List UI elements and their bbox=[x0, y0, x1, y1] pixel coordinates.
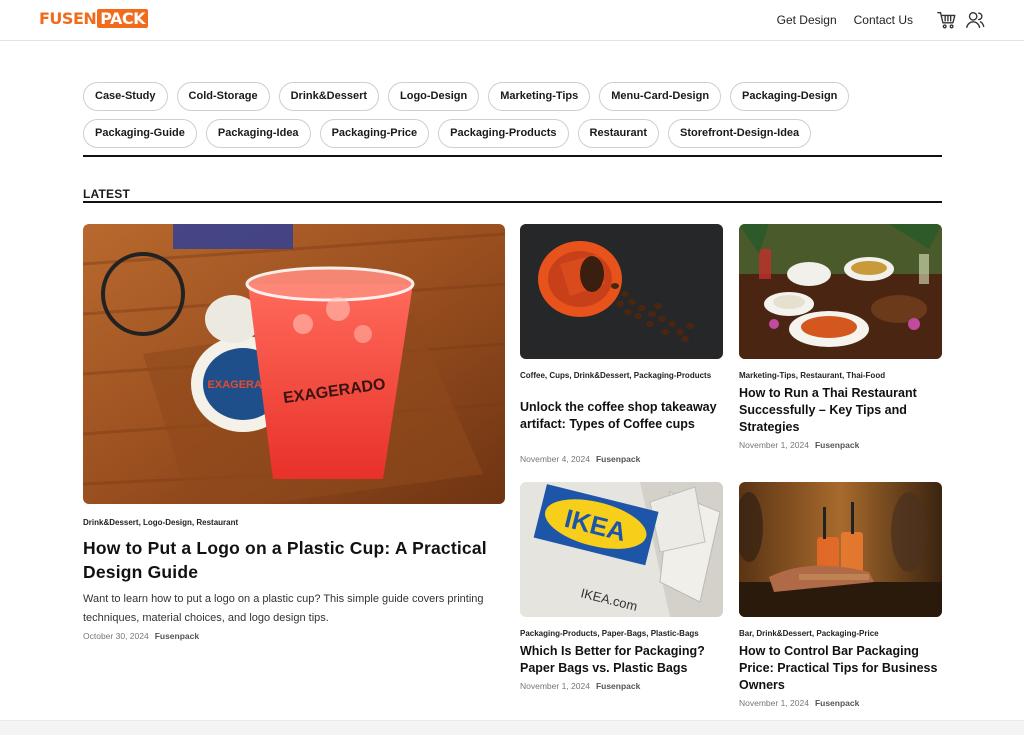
tag-cold-storage[interactable]: Cold-Storage bbox=[176, 82, 270, 111]
post-2-author[interactable]: Fusenpack bbox=[815, 440, 859, 450]
page-bottom-edge bbox=[0, 720, 1024, 735]
featured-author[interactable]: Fusenpack bbox=[155, 631, 199, 641]
featured-meta: October 30, 2024 Fusenpack bbox=[83, 631, 199, 641]
post-3-author[interactable]: Fusenpack bbox=[596, 681, 640, 691]
tag-case-study[interactable]: Case-Study bbox=[83, 82, 168, 111]
post-1-date: November 4, 2024 bbox=[520, 454, 590, 464]
post-2-date: November 1, 2024 bbox=[739, 440, 809, 450]
section-title: LATEST bbox=[83, 187, 130, 201]
site-header: FUSEN PACK Get Design Contact Us bbox=[0, 0, 1024, 41]
tag-drink-dessert[interactable]: Drink&Dessert bbox=[278, 82, 380, 111]
featured-date: October 30, 2024 bbox=[83, 631, 149, 641]
post-4-date: November 1, 2024 bbox=[739, 698, 809, 708]
post-3-meta: November 1, 2024 Fusenpack bbox=[520, 681, 640, 691]
post-image-thai-restaurant[interactable] bbox=[739, 224, 942, 359]
section-divider bbox=[83, 201, 942, 203]
tag-packaging-guide[interactable]: Packaging-Guide bbox=[83, 119, 197, 148]
cart-icon[interactable] bbox=[936, 9, 958, 31]
post-image-paper-bags[interactable]: IKEA IKEA.com bbox=[520, 482, 723, 617]
post-3-date: November 1, 2024 bbox=[520, 681, 590, 691]
featured-image[interactable]: EXAGERADO EXAGERADO bbox=[83, 224, 505, 504]
tag-logo-design[interactable]: Logo-Design bbox=[388, 82, 480, 111]
category-tags: Case-Study Cold-Storage Drink&Dessert Lo… bbox=[83, 82, 943, 156]
tag-packaging-products[interactable]: Packaging-Products bbox=[438, 119, 569, 148]
tags-divider bbox=[83, 155, 942, 157]
featured-excerpt: Want to learn how to put a logo on a pla… bbox=[83, 593, 484, 624]
tag-packaging-idea[interactable]: Packaging-Idea bbox=[205, 119, 311, 148]
tag-menu-card-design[interactable]: Menu-Card-Design bbox=[599, 82, 722, 111]
post-3-categories[interactable]: Packaging-Products, Paper-Bags, Plastic-… bbox=[520, 627, 723, 640]
tag-restaurant[interactable]: Restaurant bbox=[577, 119, 659, 148]
post-4-meta: November 1, 2024 Fusenpack bbox=[739, 698, 859, 708]
tag-packaging-design[interactable]: Packaging-Design bbox=[730, 82, 850, 111]
post-4-title[interactable]: How to Control Bar Packaging Price: Prac… bbox=[739, 643, 942, 694]
tag-marketing-tips[interactable]: Marketing-Tips bbox=[488, 82, 591, 111]
post-1-categories[interactable]: Coffee, Cups, Drink&Dessert, Packaging-P… bbox=[520, 369, 720, 382]
tag-row-1: Case-Study Cold-Storage Drink&Dessert Lo… bbox=[83, 82, 943, 111]
post-image-coffee[interactable] bbox=[520, 224, 723, 359]
user-icon[interactable] bbox=[964, 9, 986, 31]
post-4-author[interactable]: Fusenpack bbox=[815, 698, 859, 708]
tag-packaging-price[interactable]: Packaging-Price bbox=[319, 119, 430, 148]
post-2-title[interactable]: How to Run a Thai Restaurant Successfull… bbox=[739, 385, 942, 436]
post-2-meta: November 1, 2024 Fusenpack bbox=[739, 440, 859, 450]
post-2-categories[interactable]: Marketing-Tips, Restaurant, Thai-Food bbox=[739, 369, 939, 382]
post-1-title[interactable]: Unlock the coffee shop takeaway artifact… bbox=[520, 399, 720, 433]
post-4-categories[interactable]: Bar, Drink&Dessert, Packaging-Price bbox=[739, 627, 942, 640]
tag-row-2: Packaging-Guide Packaging-Idea Packaging… bbox=[83, 119, 943, 148]
tag-storefront-design-idea[interactable]: Storefront-Design-Idea bbox=[667, 119, 812, 148]
post-1-meta: November 4, 2024 Fusenpack bbox=[520, 454, 640, 464]
featured-categories[interactable]: Drink&Dessert, Logo-Design, Restaurant bbox=[83, 516, 503, 529]
nav-contact-us[interactable]: Contact Us bbox=[854, 13, 913, 27]
post-1-author[interactable]: Fusenpack bbox=[596, 454, 640, 464]
site-logo[interactable]: FUSEN PACK bbox=[39, 9, 149, 29]
post-3-title[interactable]: Which Is Better for Packaging? Paper Bag… bbox=[520, 643, 725, 677]
top-nav: Get Design Contact Us bbox=[777, 9, 986, 31]
post-image-bar[interactable] bbox=[739, 482, 942, 617]
featured-title[interactable]: How to Put a Logo on a Plastic Cup: A Pr… bbox=[83, 536, 503, 584]
nav-get-design[interactable]: Get Design bbox=[777, 13, 837, 27]
